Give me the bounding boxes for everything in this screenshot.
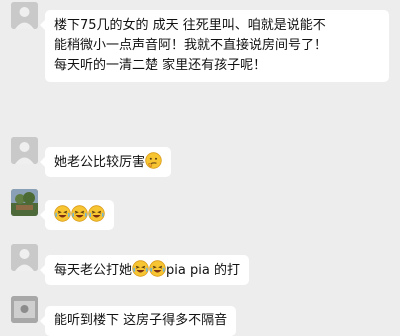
message-bubble: 每天老公打她 pia pia 的打 [40,255,249,285]
message-bubble: 楼下75几的女的 成天 往死里叫、咱就是说能不 能稍微小一点声音阿！我就不直接说… [40,10,389,82]
avatar[interactable] [11,189,38,216]
avatar[interactable] [11,296,38,323]
avatar[interactable] [11,244,38,271]
avatar[interactable] [11,2,38,29]
laughing-face-icon [71,205,88,222]
avatar[interactable] [11,137,38,164]
message-text: 每天老公打她 [54,263,133,278]
message-text-line: 能稍微小一点声音阿！我就不直接说房间号了！ [54,38,328,53]
message-text: 她老公比较厉害 [54,155,146,170]
message-text-line: 楼下75几的女的 成天 往死里叫、咱就是说能不 [54,18,326,33]
laughing-face-icon [149,260,166,277]
laughing-face-icon [54,205,71,222]
message-text-line: 每天听的一清二楚 家里还有孩子呢！ [54,58,267,73]
message-bubble [40,200,114,230]
message-text: 能听到楼下 这房子得多不隔音 [54,313,228,328]
laughing-face-icon [88,205,105,222]
laughing-face-icon [132,260,149,277]
thinking-face-icon [145,152,162,169]
message-bubble: 她老公比较厉害 [39,147,172,177]
message-text: pia pia 的打 [166,263,240,278]
